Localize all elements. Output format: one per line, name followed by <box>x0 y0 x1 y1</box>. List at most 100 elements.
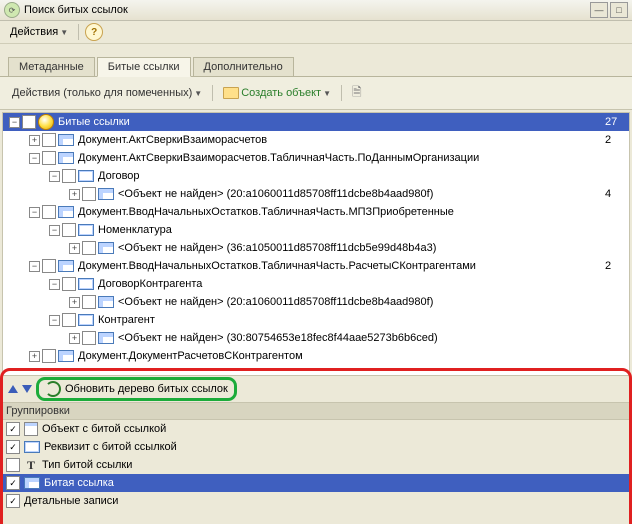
export-icon: 🗎 <box>352 83 362 104</box>
grouping-row[interactable]: TТип битой ссылки <box>2 456 630 474</box>
tree-row[interactable]: −Договор <box>3 167 629 185</box>
maximize-button[interactable]: □ <box>610 2 628 18</box>
tree-row[interactable]: −ДоговорКонтрагента <box>3 275 629 293</box>
tree-row[interactable]: + <Объект не найден> (36:a1050011d85708ff… <box>3 239 629 257</box>
tab-additional[interactable]: Дополнительно <box>193 57 294 76</box>
detail-checkbox[interactable]: ✓ <box>6 494 20 508</box>
tree-label: <Объект не найден> (30:80754653e18fec8f4… <box>118 332 605 344</box>
refresh-button[interactable]: Обновить дерево битых ссылок <box>65 383 228 395</box>
doc-icon <box>24 422 38 436</box>
tree-label: Документ.ДокументРасчетовСКонтрагентом <box>78 350 605 362</box>
expand-icon[interactable]: + <box>69 243 80 254</box>
create-object-button[interactable]: Создать объект ▼ <box>219 85 335 101</box>
collapse-icon[interactable]: − <box>29 207 40 218</box>
table-icon <box>58 152 74 164</box>
folder-plus-icon <box>223 87 239 99</box>
grouping-row[interactable]: ✓ Реквизит с битой ссылкой <box>2 438 630 456</box>
minimize-button[interactable]: — <box>590 2 608 18</box>
help-icon: ? <box>91 27 97 38</box>
grouping-checkbox[interactable]: ✓ <box>6 422 20 436</box>
field-icon <box>78 170 94 182</box>
tree-checkbox[interactable] <box>82 241 96 255</box>
field-icon <box>78 224 94 236</box>
tree-checkbox[interactable] <box>42 133 56 147</box>
tree-row[interactable]: − Документ.ВводНачальныхОстатков.Таблична… <box>3 203 629 221</box>
tree-checkbox[interactable] <box>42 259 56 273</box>
export-button[interactable]: 🗎 <box>348 81 366 106</box>
table-icon <box>98 242 114 254</box>
tree-row[interactable]: − Битые ссылки27 <box>3 113 629 131</box>
tree-checkbox[interactable] <box>22 115 36 129</box>
collapse-icon[interactable]: − <box>29 261 40 272</box>
expand-icon[interactable]: + <box>29 351 40 362</box>
collapse-icon[interactable]: − <box>9 117 20 128</box>
collapse-icon[interactable]: − <box>49 171 60 182</box>
tree-row[interactable]: +Документ.АктСверкиВзаиморасчетов2 <box>3 131 629 149</box>
grouping-row[interactable]: ✓ Битая ссылка <box>2 474 630 492</box>
tree-checkbox[interactable] <box>62 313 76 327</box>
expand-icon[interactable]: + <box>69 297 80 308</box>
actions-marked-button[interactable]: Действия (только для помеченных) ▼ <box>8 85 206 101</box>
move-down-button[interactable] <box>22 385 32 393</box>
collapse-icon[interactable]: − <box>49 225 60 236</box>
grouping-label: Битая ссылка <box>44 477 114 489</box>
grouping-label: Объект с битой ссылкой <box>42 423 166 435</box>
tab-metadata[interactable]: Метаданные <box>8 57 95 76</box>
tree-label: Документ.ВводНачальныхОстатков.Табличная… <box>78 206 605 218</box>
collapse-icon[interactable]: − <box>29 153 40 164</box>
tree-label: <Объект не найден> (20:a1060011d85708ff1… <box>118 188 605 200</box>
expand-icon[interactable]: + <box>29 135 40 146</box>
tab-broken-links[interactable]: Битые ссылки <box>97 57 191 77</box>
move-up-button[interactable] <box>8 385 18 393</box>
tree-label: Номенклатура <box>98 224 605 236</box>
tree-view[interactable]: − Битые ссылки27 +Документ.АктСверкиВзаимо… <box>2 112 630 376</box>
field-icon <box>24 441 40 453</box>
tree-row[interactable]: + Документ.ДокументРасчетовСКонтрагентом <box>3 347 629 365</box>
refresh-icon <box>45 381 61 397</box>
detail-row[interactable]: ✓ Детальные записи <box>2 492 630 510</box>
grouping-checkbox[interactable]: ✓ <box>6 476 20 490</box>
toolbar: Действия (только для помеченных) ▼ Созда… <box>0 77 632 110</box>
detail-label: Детальные записи <box>24 495 118 507</box>
tree-checkbox[interactable] <box>42 349 56 363</box>
tree-row[interactable]: + <Объект не найден> (20:a1060011d85708ff… <box>3 185 629 203</box>
tree-checkbox[interactable] <box>62 223 76 237</box>
tree-row[interactable]: −Документ.ВводНачальныхОстатков.Таблична… <box>3 257 629 275</box>
tree-label: <Объект не найден> (36:a1050011d85708ff1… <box>118 242 605 254</box>
separator <box>341 85 342 101</box>
type-icon: T <box>24 458 38 473</box>
expand-icon[interactable]: + <box>69 333 80 344</box>
window-title: Поиск битых ссылок <box>24 4 588 16</box>
collapse-icon[interactable]: − <box>49 315 60 326</box>
menu-actions-label: Действия <box>10 26 58 38</box>
tree-row[interactable]: −Документ.АктСверкиВзаиморасчетов.Таблич… <box>3 149 629 167</box>
tree-count: 27 <box>605 116 623 128</box>
tree-row[interactable]: −Контрагент <box>3 311 629 329</box>
separator <box>212 85 213 101</box>
chevron-down-icon: ▼ <box>194 89 202 98</box>
tree-checkbox[interactable] <box>82 187 96 201</box>
create-object-label: Создать объект <box>241 87 321 99</box>
tree-label: Битые ссылки <box>58 116 605 128</box>
root-icon <box>38 114 54 130</box>
tree-label: <Объект не найден> (20:a1060011d85708ff1… <box>118 296 605 308</box>
tree-row[interactable]: + <Объект не найден> (20:a1060011d85708ff… <box>3 293 629 311</box>
grouping-checkbox[interactable]: ✓ <box>6 440 20 454</box>
grouping-label: Реквизит с битой ссылкой <box>44 441 177 453</box>
expand-icon[interactable]: + <box>69 189 80 200</box>
spacer <box>0 44 632 54</box>
tree-row[interactable]: − Номенклатура <box>3 221 629 239</box>
help-button[interactable]: ? <box>85 23 103 41</box>
collapse-icon[interactable]: − <box>49 279 60 290</box>
menu-actions[interactable]: Действия ▼ <box>6 24 72 40</box>
tree-checkbox[interactable] <box>62 169 76 183</box>
tree-row[interactable]: + <Объект не найден> (30:80754653e18fec8f… <box>3 329 629 347</box>
tree-checkbox[interactable] <box>62 277 76 291</box>
tree-checkbox[interactable] <box>42 205 56 219</box>
tree-checkbox[interactable] <box>82 295 96 309</box>
table-icon <box>58 260 74 272</box>
tree-checkbox[interactable] <box>42 151 56 165</box>
tree-checkbox[interactable] <box>82 331 96 345</box>
grouping-checkbox[interactable] <box>6 458 20 472</box>
grouping-row[interactable]: ✓ Объект с битой ссылкой <box>2 420 630 438</box>
